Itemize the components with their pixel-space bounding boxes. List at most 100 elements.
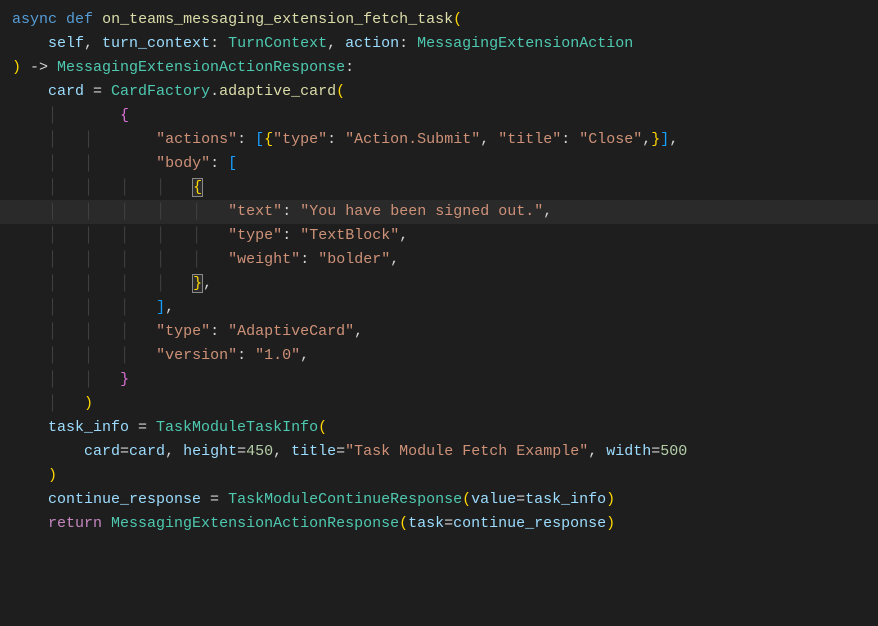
val-bolder: "bolder": [318, 251, 390, 268]
indent-guide: │: [120, 251, 129, 268]
colon: :: [210, 155, 228, 172]
method-adaptive-card: adaptive_card: [219, 83, 336, 100]
key-type: "type": [228, 227, 282, 244]
indent-guide: │: [120, 179, 129, 196]
close-bracket: ]: [660, 131, 669, 148]
indent-guide: │: [48, 203, 57, 220]
equals: =: [444, 515, 453, 532]
indent-guide: │: [84, 251, 93, 268]
code-line-22[interactable]: return MessagingExtensionActionResponse(…: [0, 512, 878, 536]
indent-guide: │: [48, 131, 57, 148]
open-paren: (: [399, 515, 408, 532]
indent-guide: │: [120, 299, 129, 316]
indent-guide: │: [48, 299, 57, 316]
key-weight: "weight": [228, 251, 300, 268]
open-brace: {: [264, 131, 273, 148]
code-line-16[interactable]: │ │ }: [0, 368, 878, 392]
open-brace-highlight: {: [192, 178, 203, 197]
class-taskmoduletaskinfo: TaskModuleTaskInfo: [156, 419, 318, 436]
code-line-8[interactable]: │ │ │ │ {: [0, 176, 878, 200]
comma: ,: [300, 347, 309, 364]
code-editor[interactable]: async def on_teams_messaging_extension_f…: [0, 8, 878, 536]
code-line-13[interactable]: │ │ │ ],: [0, 296, 878, 320]
indent-guide: │: [84, 347, 93, 364]
open-bracket: [: [228, 155, 237, 172]
indent-guide: │: [120, 227, 129, 244]
indent-guide: │: [48, 155, 57, 172]
code-line-4[interactable]: card = CardFactory.adaptive_card(: [0, 80, 878, 104]
equals: =: [120, 443, 129, 460]
code-line-20[interactable]: ): [0, 464, 878, 488]
key-text: "text": [228, 203, 282, 220]
indent-guide: │: [192, 203, 201, 220]
code-line-18[interactable]: task_info = TaskModuleTaskInfo(: [0, 416, 878, 440]
code-line-9[interactable]: │ │ │ │ │ "text": "You have been signed …: [0, 200, 878, 224]
indent-guide: │: [84, 131, 93, 148]
indent-guide: │: [192, 251, 201, 268]
keyword-def: def: [66, 11, 93, 28]
comma: ,: [165, 443, 183, 460]
colon: :: [237, 131, 255, 148]
indent-guide: │: [192, 227, 201, 244]
code-line-15[interactable]: │ │ │ "version": "1.0",: [0, 344, 878, 368]
space: [102, 515, 111, 532]
code-line-21[interactable]: continue_response = TaskModuleContinueRe…: [0, 488, 878, 512]
class-messagingextensionactionresponse: MessagingExtensionActionResponse: [111, 515, 399, 532]
colon: :: [282, 203, 300, 220]
code-line-7[interactable]: │ │ "body": [: [0, 152, 878, 176]
indent-guide: │: [48, 251, 57, 268]
indent-guide: │: [120, 275, 129, 292]
open-paren: (: [336, 83, 345, 100]
colon: :: [300, 251, 318, 268]
param-task: task: [408, 515, 444, 532]
val-signed-out: "You have been signed out.": [300, 203, 543, 220]
code-line-3[interactable]: ) -> MessagingExtensionActionResponse:: [0, 56, 878, 80]
equals: =: [129, 419, 156, 436]
colon: :: [282, 227, 300, 244]
param-self: self: [48, 35, 84, 52]
comma: ,: [327, 35, 345, 52]
code-line-14[interactable]: │ │ │ "type": "AdaptiveCard",: [0, 320, 878, 344]
code-line-1[interactable]: async def on_teams_messaging_extension_f…: [0, 8, 878, 32]
code-line-11[interactable]: │ │ │ │ │ "weight": "bolder",: [0, 248, 878, 272]
indent-guide: │: [48, 395, 57, 412]
indent-guide: │: [48, 347, 57, 364]
colon: :: [237, 347, 255, 364]
open-paren: (: [462, 491, 471, 508]
indent-guide: │: [48, 107, 57, 124]
val-close: "Close": [579, 131, 642, 148]
indent-guide: │: [120, 203, 129, 220]
param-turn-context: turn_context: [102, 35, 210, 52]
code-line-19[interactable]: card=card, height=450, title="Task Modul…: [0, 440, 878, 464]
indent-guide: │: [84, 323, 93, 340]
code-line-6[interactable]: │ │ "actions": [{"type": "Action.Submit"…: [0, 128, 878, 152]
equals: =: [201, 491, 228, 508]
type-turncontext: TurnContext: [228, 35, 327, 52]
dot: .: [210, 83, 219, 100]
code-line-17[interactable]: │ ): [0, 392, 878, 416]
val-adaptivecard: "AdaptiveCard": [228, 323, 354, 340]
val-card: card: [129, 443, 165, 460]
comma: ,: [273, 443, 291, 460]
code-line-2[interactable]: self, turn_context: TurnContext, action:…: [0, 32, 878, 56]
key-title: "title": [498, 131, 561, 148]
key-body: "body": [156, 155, 210, 172]
comma: ,: [354, 323, 363, 340]
colon: :: [561, 131, 579, 148]
type-messagingextensionaction: MessagingExtensionAction: [417, 35, 633, 52]
code-line-10[interactable]: │ │ │ │ │ "type": "TextBlock",: [0, 224, 878, 248]
colon: :: [399, 35, 417, 52]
open-brace: {: [120, 107, 129, 124]
open-paren: (: [453, 11, 462, 28]
val-title: "Task Module Fetch Example": [345, 443, 588, 460]
close-paren: ): [606, 515, 615, 532]
close-paren: ): [84, 395, 93, 412]
code-line-12[interactable]: │ │ │ │ },: [0, 272, 878, 296]
close-bracket: ]: [156, 299, 165, 316]
close-brace: }: [120, 371, 129, 388]
indent-guide: │: [84, 155, 93, 172]
param-height: height: [183, 443, 237, 460]
comma: ,: [669, 131, 678, 148]
code-line-5[interactable]: │ {: [0, 104, 878, 128]
val-continue-response: continue_response: [453, 515, 606, 532]
